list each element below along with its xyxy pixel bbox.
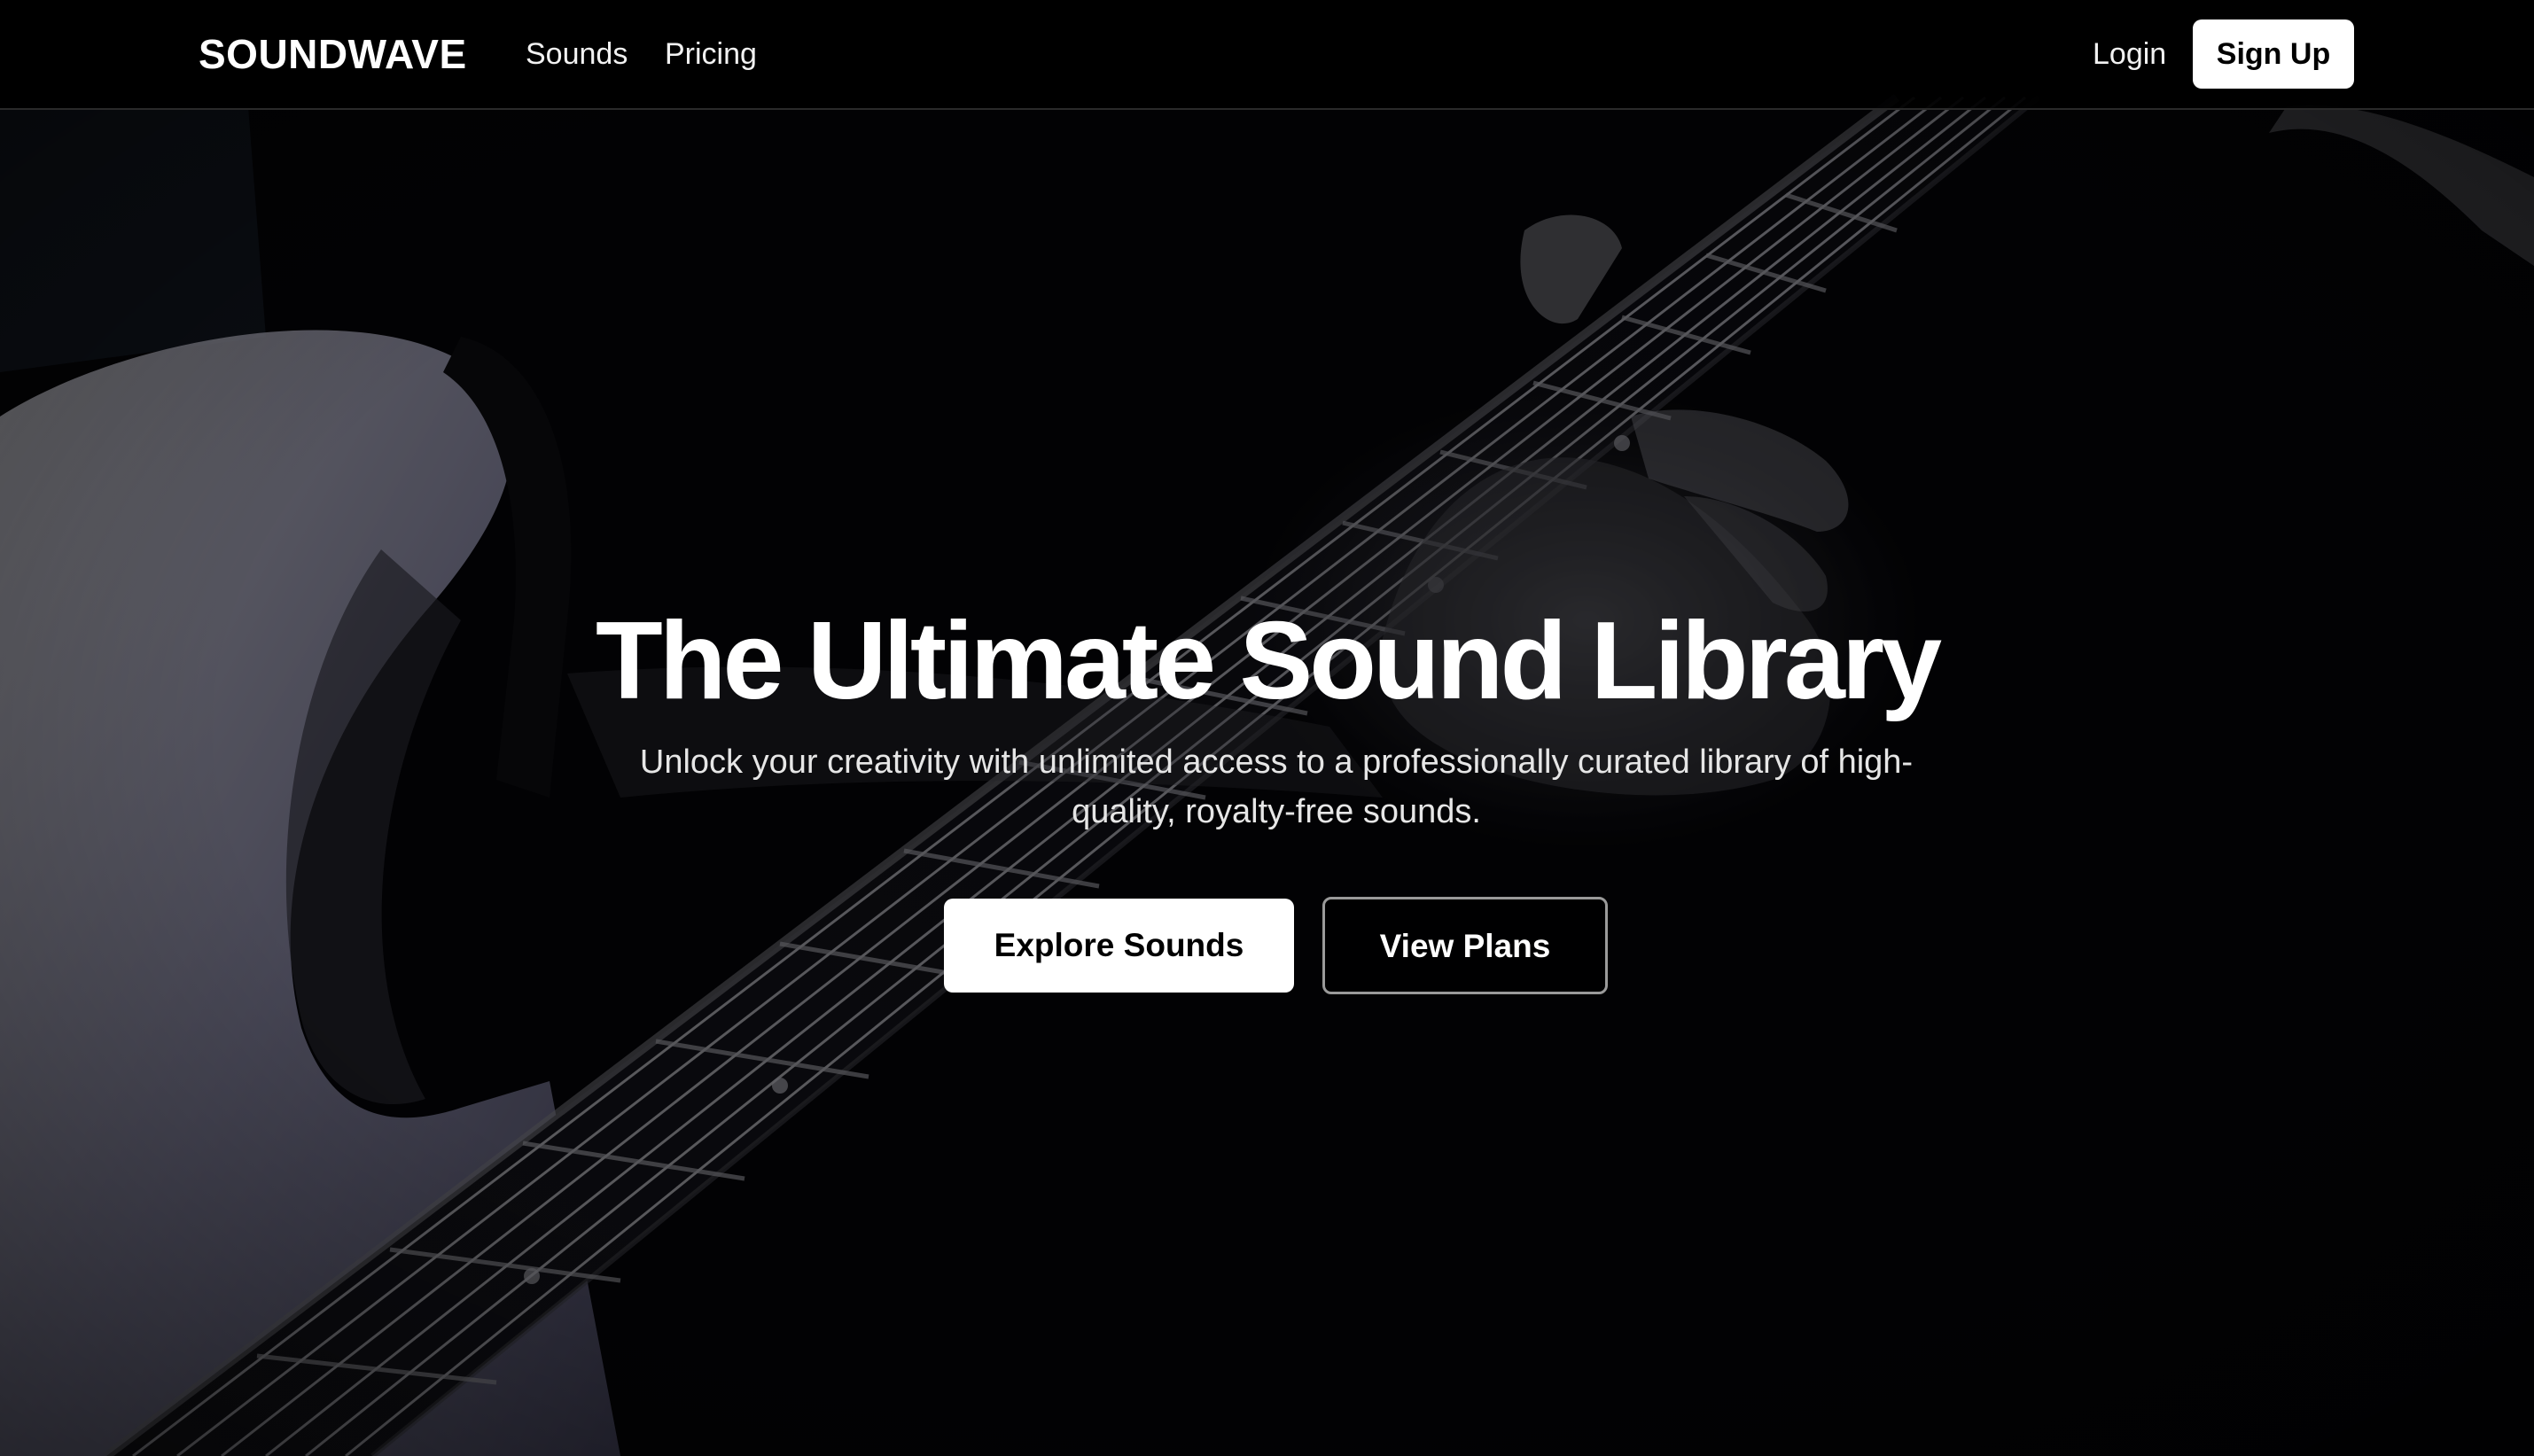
hero-title: The Ultimate Sound Library: [595, 600, 1942, 722]
nav-link-sounds[interactable]: Sounds: [526, 32, 628, 76]
login-link[interactable]: Login: [2093, 32, 2166, 76]
hero-background-image: [0, 0, 2534, 1456]
nav-link-pricing[interactable]: Pricing: [665, 32, 757, 76]
hero-subtitle: Unlock your creativity with unlimited ac…: [639, 744, 1914, 830]
top-navbar: SOUNDWAVE Sounds Pricing Login Sign Up: [0, 0, 2534, 110]
page: SOUNDWAVE Sounds Pricing Login Sign Up T…: [0, 0, 2534, 1456]
brand-logo[interactable]: SOUNDWAVE: [199, 27, 467, 82]
explore-sounds-button[interactable]: Explore Sounds: [944, 899, 1294, 993]
sign-up-button[interactable]: Sign Up: [2193, 19, 2354, 89]
view-plans-button[interactable]: View Plans: [1322, 897, 1608, 994]
